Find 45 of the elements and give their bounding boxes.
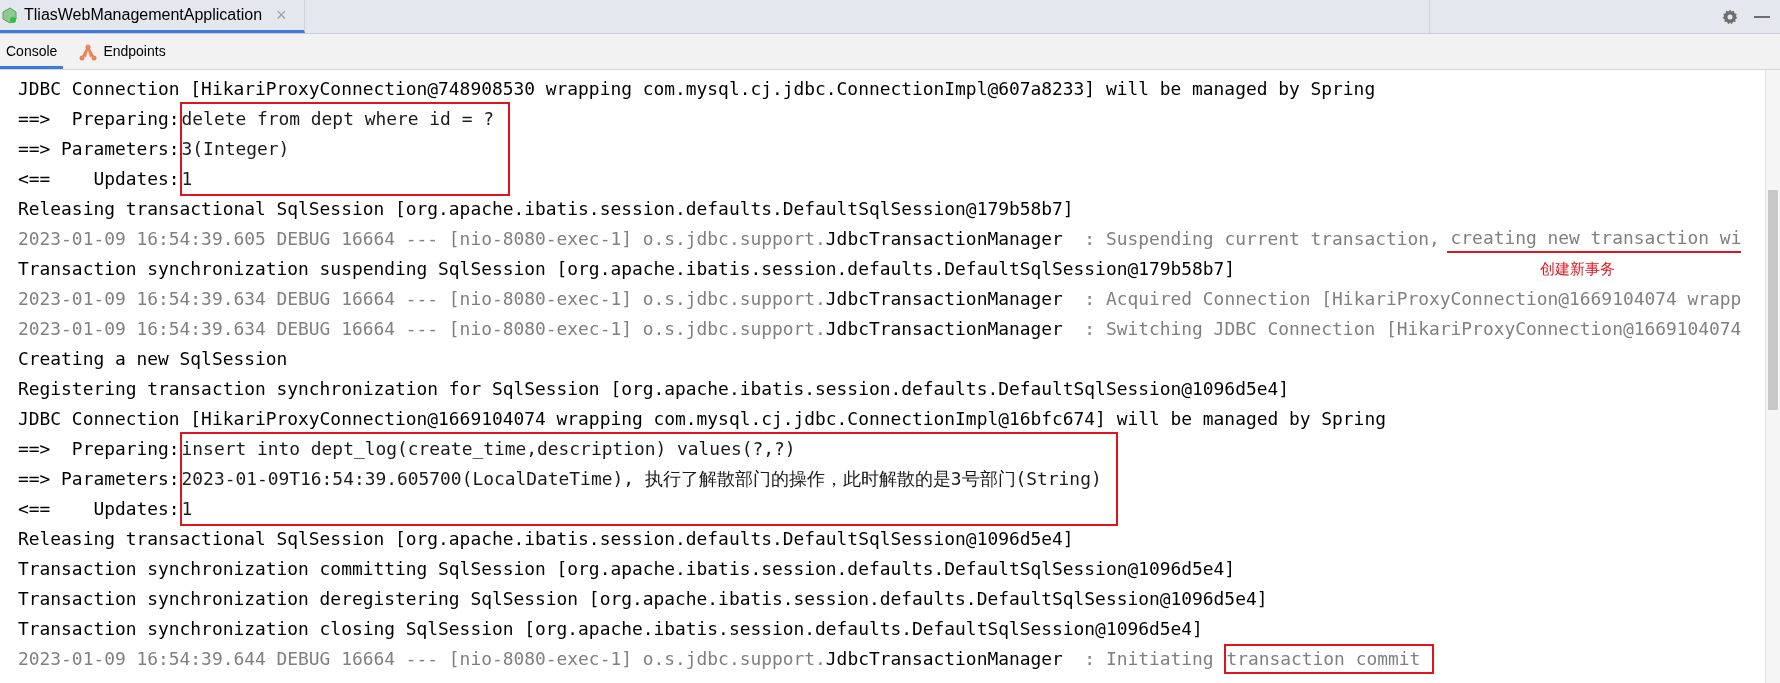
sql-value: 3(Integer) (181, 136, 290, 161)
tool-tab[interactable]: Endpoints (73, 34, 172, 69)
app-run-icon (2, 6, 18, 24)
console-line: Releasing transactional SqlSession [org.apache.ibatis.session.defaults.DefaultSqlSession@179b58b7] (18, 196, 1074, 221)
console-line: JDBC Connection [HikariProxyConnection@1669104074 wrapping com.mysql.cj.jdbc.ConnectionImpl@16bfc674] will be managed by Spring (18, 406, 1386, 431)
sql-label: <== Updates: (18, 166, 180, 191)
sql-value: 1 (181, 496, 193, 521)
sql-value: insert into dept_log(create_time,description) values(?,?) (181, 436, 796, 461)
run-tab-title: TliasWebManagementApplication (24, 5, 263, 25)
log-message: : Acquired Connection [HikariProxyConnection@1669104074 wrapp (1083, 286, 1742, 311)
sql-label: ==> Preparing: (18, 106, 180, 131)
log-prefix: 2023-01-09 16:54:39.634 DEBUG 16664 --- [nio-8080-exec-1] o.s.jdbc.support. (18, 286, 826, 311)
scrollbar-thumb[interactable] (1768, 190, 1778, 410)
console-line: Transaction synchronization deregistering SqlSession [org.apache.ibatis.session.defaults.DefaultSqlSession@1096d5e4] (18, 586, 1268, 611)
sql-value: delete from dept where id = ? (181, 106, 494, 131)
console-line: JDBC Connection [HikariProxyConnection@748908530 wrapping com.mysql.cj.jdbc.ConnectionImpl@607a8233] will be managed by Spring (18, 76, 1376, 101)
console-line: Registering transaction synchronization for SqlSession [org.apache.ibatis.session.defaults.DefaultSqlSession@1096d5e4] (18, 376, 1289, 401)
console-line: Transaction synchronization committing SqlSession [org.apache.ibatis.session.defaults.DefaultSqlSession@1096d5e4] (18, 556, 1236, 581)
annotation: 创建新事务 (1540, 259, 1615, 279)
console-line: Transaction synchronization closing SqlSession [org.apache.ibatis.session.defaults.DefaultSqlSession@1096d5e4] (18, 616, 1203, 641)
tool-tab[interactable]: Console (0, 34, 64, 69)
console-line: Releasing transactional SqlSession [org.apache.ibatis.session.defaults.DefaultSqlSession@1096d5e4] (18, 526, 1074, 551)
log-message: : Switching JDBC Connection [HikariProxyConnection@1669104074 (1083, 316, 1742, 341)
sql-label: ==> Parameters: (18, 466, 180, 491)
log-prefix: 2023-01-09 16:54:39.634 DEBUG 16664 --- [nio-8080-exec-1] o.s.jdbc.support. (18, 316, 826, 341)
underlined-text: creating new transaction wi (1446, 225, 1742, 253)
logger-name: JdbcTransactionManager (825, 226, 1063, 251)
console-line: Creating a new SqlSession (18, 346, 288, 371)
endpoints-icon (79, 42, 98, 61)
highlighted-text: transaction commit (1224, 644, 1435, 674)
log-prefix: 2023-01-09 16:54:39.644 DEBUG 16664 --- [nio-8080-exec-1] o.s.jdbc.support. (18, 646, 826, 671)
run-tab[interactable]: TliasWebManagementApplication × (0, 0, 305, 33)
settings-icon[interactable] (1722, 8, 1738, 25)
logger-name: JdbcTransactionManager (825, 286, 1063, 311)
logger-name: JdbcTransactionManager (825, 316, 1063, 341)
logger-name: JdbcTransactionManager (825, 646, 1063, 671)
sql-value: 1 (181, 166, 193, 191)
sql-value: 2023-01-09T16:54:39.605700(LocalDateTime), 执行了解散部门的操作，此时解散的是3号部门(String) (181, 466, 1102, 491)
sql-label: ==> Parameters: (18, 136, 180, 161)
sql-label: ==> Preparing: (18, 436, 180, 461)
log-prefix: 2023-01-09 16:54:39.605 DEBUG 16664 --- [nio-8080-exec-1] o.s.jdbc.support. (18, 226, 826, 251)
log-message: : Initiating (1083, 646, 1215, 671)
sql-label: <== Updates: (18, 496, 180, 521)
console-line: Transaction synchronization suspending SqlSession [org.apache.ibatis.session.defaults.DefaultSqlSession@179b58b7] (18, 256, 1236, 281)
log-message: : Suspending current transaction, (1083, 226, 1441, 251)
